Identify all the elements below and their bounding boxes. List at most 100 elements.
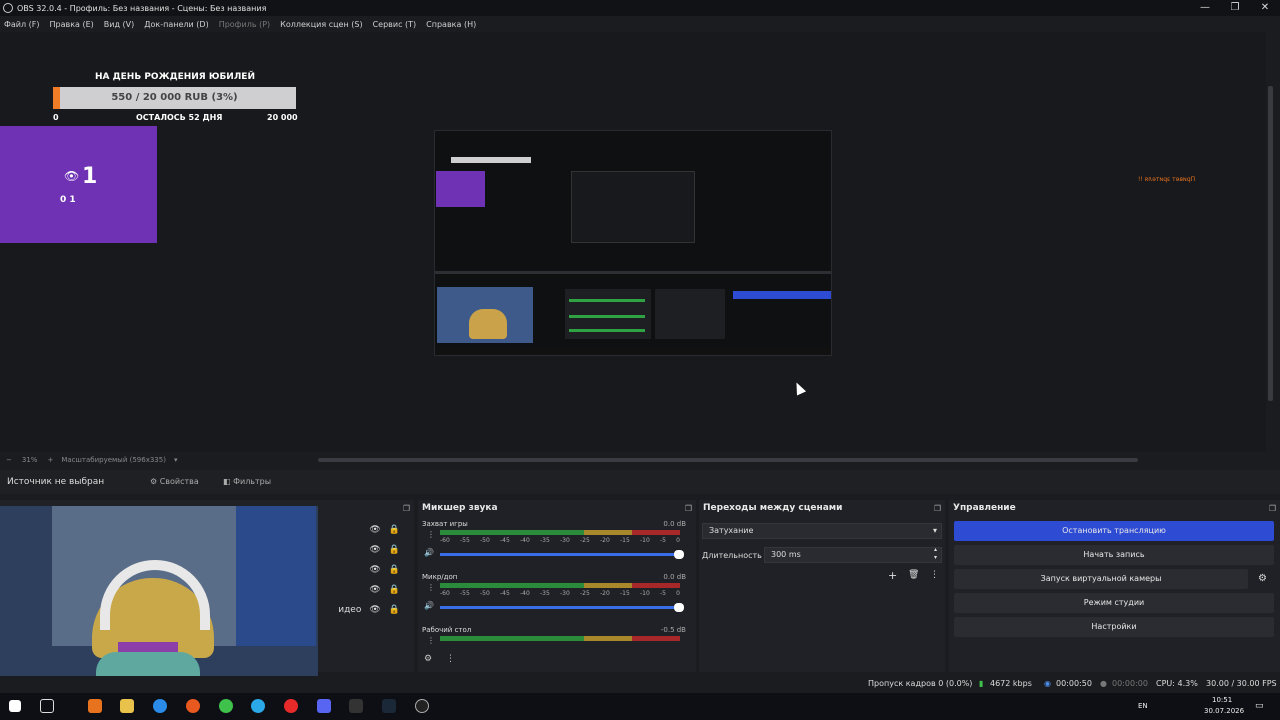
- eye-icon[interactable]: 👁: [369, 605, 380, 615]
- mixer-track: Рабочий стол -0.5 dB ⋮: [418, 626, 690, 646]
- task-view-icon[interactable]: [40, 699, 54, 713]
- dock-float-icon[interactable]: ❐: [934, 504, 941, 513]
- meter-ticks: -60 -55 -50 -45 -40 -35 -30 -25 -20 -15 -10 -5 0: [440, 537, 680, 544]
- meter-tick-label: -55: [460, 537, 470, 544]
- telegram-icon[interactable]: [251, 699, 265, 713]
- discord-icon[interactable]: [317, 699, 331, 713]
- file-explorer-icon[interactable]: [120, 699, 134, 713]
- vlc-icon[interactable]: [88, 699, 102, 713]
- list-item[interactable]: идео 👁 🔒: [316, 600, 414, 620]
- firefox-icon[interactable]: [186, 699, 200, 713]
- mixer-menu-icon[interactable]: ⋮: [446, 654, 455, 664]
- preview-vertical-scrollbar[interactable]: [1268, 86, 1273, 401]
- speaker-icon[interactable]: 🔊: [424, 548, 434, 557]
- transition-select[interactable]: Затухание ▾: [702, 523, 942, 539]
- display-capture-preview: [434, 130, 832, 356]
- track-menu-icon[interactable]: ⋮: [427, 530, 435, 539]
- menu-profile[interactable]: Профиль (P): [219, 20, 270, 29]
- menu-scene-collection[interactable]: Коллекция сцен (S): [280, 20, 362, 29]
- advanced-audio-gear-icon[interactable]: ⚙: [424, 654, 432, 664]
- track-name: Захват игры: [422, 520, 468, 528]
- fps: 30.00 / 30.00 FPS: [1206, 679, 1277, 688]
- eye-icon[interactable]: 👁: [369, 565, 380, 575]
- lock-icon[interactable]: 🔒: [389, 545, 400, 555]
- zoom-in-button[interactable]: +: [47, 456, 53, 464]
- volume-slider[interactable]: [440, 550, 684, 559]
- meter-tick-label: -60: [440, 537, 450, 544]
- studio-mode-button[interactable]: Режим студии: [954, 593, 1274, 613]
- eye-icon[interactable]: 👁: [369, 525, 380, 535]
- obs-taskbar-icon[interactable]: [415, 699, 429, 713]
- add-transition-icon[interactable]: +: [888, 569, 897, 582]
- trash-icon[interactable]: 🗑: [908, 570, 919, 580]
- menu-file[interactable]: Файл (F): [4, 20, 40, 29]
- filters-button[interactable]: ◧ Фильтры: [223, 474, 271, 489]
- gear-icon[interactable]: ⚙: [1258, 573, 1267, 584]
- track-menu-icon[interactable]: ⋮: [427, 583, 435, 592]
- maximize-button[interactable]: ❐: [1220, 0, 1250, 16]
- keyboard-language[interactable]: EN: [1138, 702, 1148, 710]
- dock-float-icon[interactable]: ❐: [1269, 504, 1276, 513]
- scale-mode-dropdown-icon[interactable]: ▾: [174, 456, 178, 464]
- nested-viewer-widget: [436, 171, 485, 207]
- zoom-out-button[interactable]: −: [6, 456, 12, 464]
- gear-icon: ⚙: [150, 477, 160, 486]
- preview-horizontal-scrollbar[interactable]: [318, 458, 1138, 462]
- menu-view[interactable]: Вид (V): [104, 20, 134, 29]
- track-menu-icon[interactable]: ⋮: [427, 636, 435, 645]
- menu-edit[interactable]: Правка (E): [50, 20, 94, 29]
- list-item[interactable]: 👁 🔒: [316, 540, 414, 560]
- dock-float-icon[interactable]: ❐: [403, 504, 410, 513]
- stream-time: 00:00:50: [1056, 679, 1092, 688]
- duration-label: Длительность: [702, 551, 762, 560]
- list-item[interactable]: 👁 🔒: [316, 580, 414, 600]
- lock-icon[interactable]: 🔒: [389, 565, 400, 575]
- eye-icon[interactable]: 👁: [369, 585, 380, 595]
- record-time: 00:00:00: [1112, 679, 1148, 688]
- eye-icon[interactable]: 👁: [369, 545, 380, 555]
- stepper-icon[interactable]: ▴ ▾: [934, 546, 937, 562]
- speaker-icon[interactable]: 🔊: [424, 601, 434, 610]
- clock-date[interactable]: 30.07.2026: [1204, 707, 1244, 715]
- volume-slider[interactable]: [440, 603, 684, 612]
- settings-button[interactable]: Настройки: [954, 617, 1274, 637]
- nested-webcam: [437, 287, 533, 343]
- windows-taskbar: EN 10:51 30.07.2026 ▭: [0, 693, 1280, 720]
- menu-tools[interactable]: Сервис (T): [373, 20, 417, 29]
- utorrent-icon[interactable]: [219, 699, 233, 713]
- nested-divider: [435, 271, 831, 274]
- list-item[interactable]: 👁 🔒: [316, 520, 414, 540]
- yandex-browser-icon[interactable]: [284, 699, 298, 713]
- scale-mode-label[interactable]: Масштабируемый (596x335): [61, 456, 166, 464]
- stop-streaming-button[interactable]: Остановить трансляцию: [954, 521, 1274, 541]
- volume-slider-handle[interactable]: [674, 603, 684, 612]
- steam-icon[interactable]: [382, 699, 396, 713]
- transition-menu-icon[interactable]: ⋮: [930, 570, 939, 580]
- epic-games-icon[interactable]: [349, 699, 363, 713]
- lock-icon[interactable]: 🔒: [389, 585, 400, 595]
- goal-progress-text: 550 / 20 000 RUB (3%): [111, 92, 238, 103]
- windows-start-icon[interactable]: [9, 700, 21, 712]
- start-recording-button[interactable]: Начать запись: [954, 545, 1274, 565]
- volume-slider-handle[interactable]: [674, 550, 684, 559]
- lock-icon[interactable]: 🔒: [389, 525, 400, 535]
- meter-tick-label: -20: [600, 590, 610, 597]
- minimize-button[interactable]: —: [1190, 0, 1220, 16]
- meter-tick-label: -5: [660, 590, 666, 597]
- menu-docks[interactable]: Док-панели (D): [144, 20, 208, 29]
- lock-icon[interactable]: 🔒: [389, 605, 400, 615]
- close-button[interactable]: ✕: [1250, 0, 1280, 16]
- nested-goal-bar: [451, 157, 531, 163]
- start-virtual-camera-button[interactable]: Запуск виртуальной камеры: [954, 569, 1248, 589]
- mirrored-overlay-text: Привет зрителя !!: [1138, 176, 1196, 183]
- duration-input[interactable]: 300 ms ▴ ▾: [764, 546, 942, 563]
- menu-help[interactable]: Справка (H): [426, 20, 476, 29]
- webcam-overlay: [0, 506, 318, 686]
- window-title: OBS 32.0.4 - Профиль: Без названия - Сце…: [17, 3, 267, 13]
- list-item[interactable]: 👁 🔒: [316, 560, 414, 580]
- edge-icon[interactable]: [153, 699, 167, 713]
- notifications-icon[interactable]: ▭: [1255, 701, 1264, 711]
- properties-button[interactable]: ⚙ Свойства: [150, 474, 199, 489]
- clock-time[interactable]: 10:51: [1212, 696, 1232, 704]
- dock-float-icon[interactable]: ❐: [685, 504, 692, 513]
